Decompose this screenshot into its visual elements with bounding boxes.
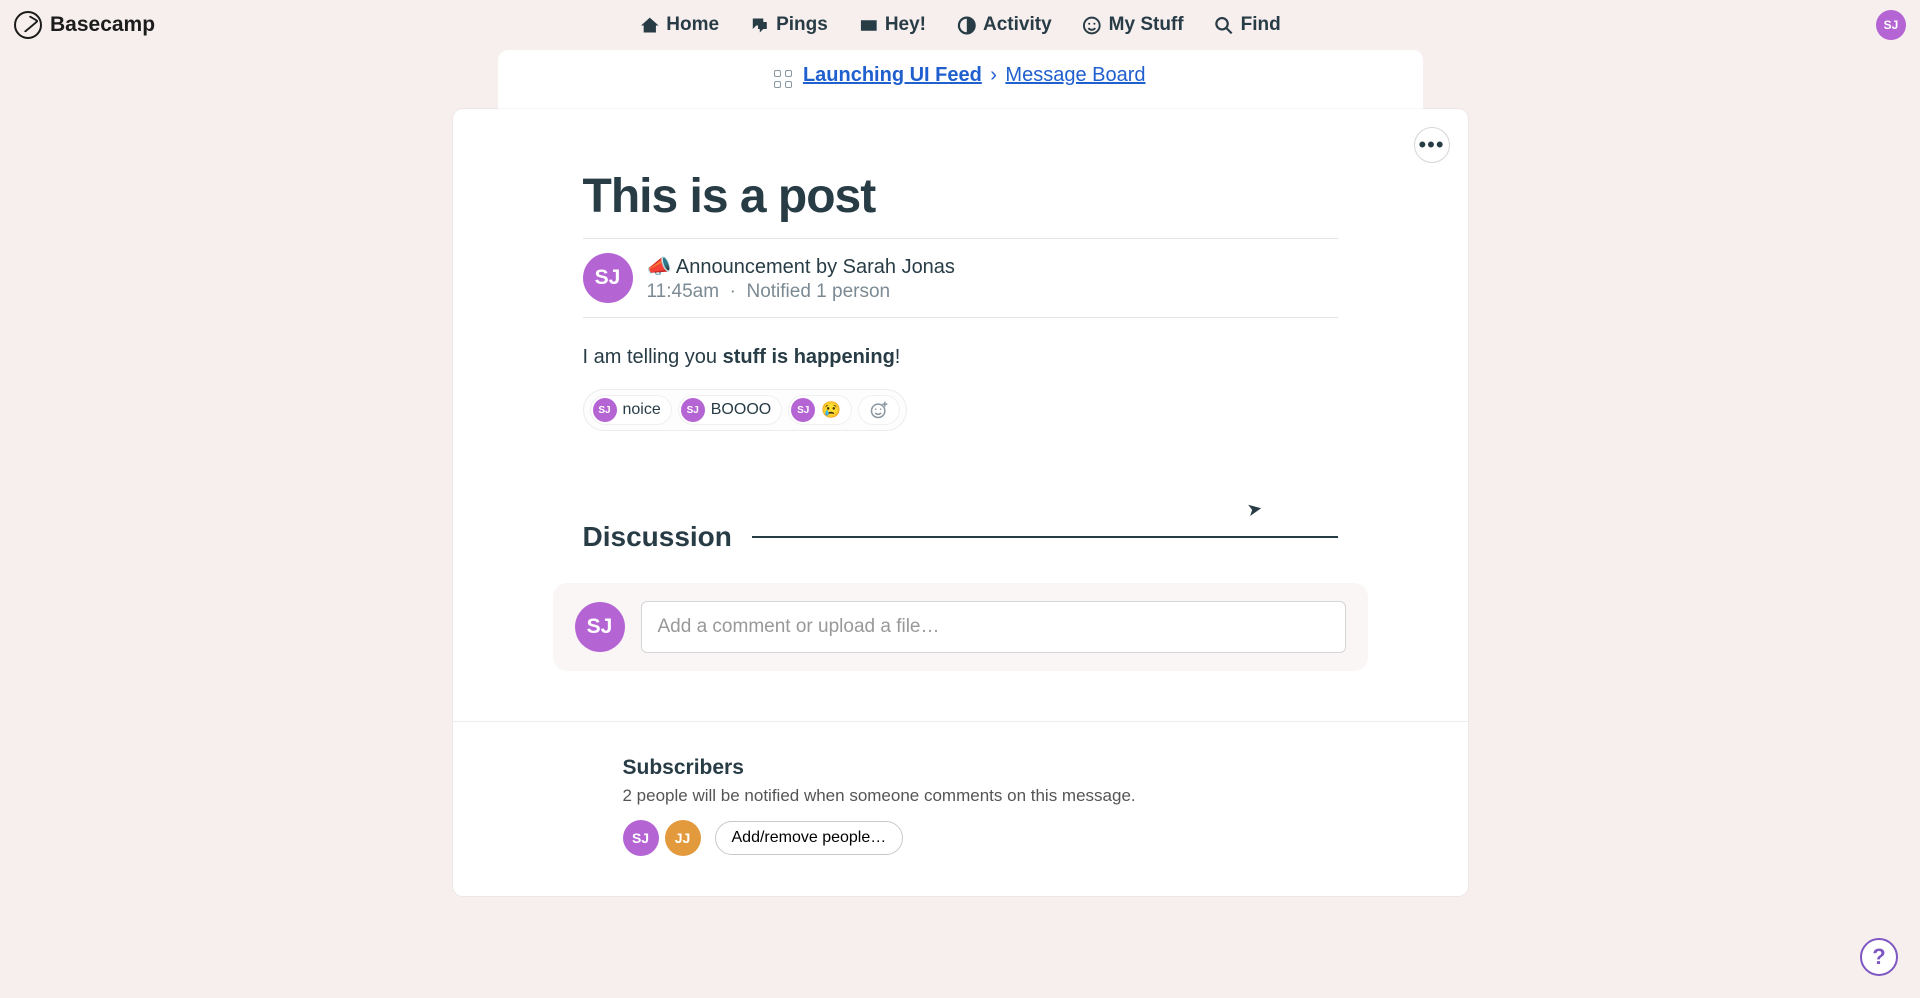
breadcrumb-separator: › <box>986 64 1001 86</box>
search-icon <box>1214 15 1235 36</box>
project-grid-icon[interactable] <box>774 70 792 88</box>
mouse-cursor: ➤ <box>1245 498 1264 521</box>
subscribers-section: Subscribers 2 people will be notified wh… <box>453 722 1468 856</box>
discussion-heading: Discussion <box>583 521 732 553</box>
nav-hey[interactable]: Hey! <box>858 14 926 36</box>
commenter-avatar: SJ <box>575 602 625 652</box>
nav-hey-label: Hey! <box>885 14 926 36</box>
category-icon: 📣 <box>647 256 672 278</box>
comment-area: SJ Add a comment or upload a file… <box>553 583 1368 671</box>
nav-mystuff[interactable]: My Stuff <box>1082 14 1184 36</box>
nav-activity-label: Activity <box>983 14 1052 36</box>
reaction-item[interactable]: SJ 😢 <box>788 395 852 425</box>
post-notified[interactable]: Notified 1 person <box>746 281 890 302</box>
add-reaction-icon <box>869 400 889 420</box>
top-nav: Basecamp Home Pings Hey! Activity My Stu… <box>0 0 1920 50</box>
author-avatar[interactable]: SJ <box>583 253 633 303</box>
subscriber-avatar[interactable]: SJ <box>623 820 659 856</box>
nav-mystuff-label: My Stuff <box>1109 14 1184 36</box>
reaction-avatar: SJ <box>791 398 815 422</box>
meta-dot: · <box>730 281 736 302</box>
reaction-item[interactable]: SJ noice <box>590 395 672 425</box>
reaction-text: 😢 <box>821 400 841 420</box>
post-byline: Announcement by Sarah Jonas <box>676 256 955 278</box>
nav-find[interactable]: Find <box>1214 14 1281 36</box>
brand[interactable]: Basecamp <box>14 11 155 39</box>
divider-rule <box>752 536 1338 538</box>
nav-center: Home Pings Hey! Activity My Stuff Find <box>639 14 1280 36</box>
current-user-avatar[interactable]: SJ <box>1876 10 1906 40</box>
reaction-text: noice <box>623 401 661 419</box>
subscribers-row: SJ JJ Add/remove people… <box>623 820 1298 856</box>
brand-label: Basecamp <box>50 13 155 37</box>
subscribers-heading: Subscribers <box>623 756 1298 780</box>
reaction-avatar: SJ <box>593 398 617 422</box>
nav-home[interactable]: Home <box>639 14 719 36</box>
nav-home-label: Home <box>666 14 719 36</box>
nav-find-label: Find <box>1241 14 1281 36</box>
reaction-text: BOOOO <box>711 401 771 419</box>
breadcrumb-tool[interactable]: Message Board <box>1005 64 1145 86</box>
body-suffix: ! <box>895 346 901 368</box>
post-body: I am telling you stuff is happening! <box>583 318 1338 389</box>
reaction-item[interactable]: SJ BOOOO <box>678 395 782 425</box>
post-title: This is a post <box>583 169 1338 224</box>
home-icon <box>639 15 660 36</box>
post-content: This is a post SJ 📣 Announcement by Sara… <box>453 109 1468 431</box>
nav-pings-label: Pings <box>776 14 828 36</box>
nav-pings[interactable]: Pings <box>749 14 828 36</box>
more-actions-button[interactable]: ••• <box>1414 127 1450 163</box>
pings-icon <box>749 15 770 36</box>
post-card: ••• This is a post SJ 📣 Announcement by … <box>453 109 1468 896</box>
body-prefix: I am telling you <box>583 346 723 368</box>
hey-icon <box>858 15 879 36</box>
nav-right: SJ <box>1876 10 1906 40</box>
add-remove-people-button[interactable]: Add/remove people… <box>715 821 904 855</box>
post-time: 11:45am <box>647 281 720 302</box>
subscribers-desc: 2 people will be notified when someone c… <box>623 786 1298 806</box>
brand-icon <box>14 11 42 39</box>
mystuff-icon <box>1082 15 1103 36</box>
discussion-divider: Discussion <box>583 521 1338 553</box>
reactions-bar: SJ noice SJ BOOOO SJ 😢 <box>583 389 908 431</box>
add-reaction-button[interactable] <box>858 395 900 425</box>
help-button[interactable]: ? <box>1860 938 1898 976</box>
comment-input[interactable]: Add a comment or upload a file… <box>641 601 1346 653</box>
post-meta: SJ 📣 Announcement by Sarah Jonas 11:45am… <box>583 238 1338 318</box>
reaction-avatar: SJ <box>681 398 705 422</box>
body-bold: stuff is happening <box>723 346 895 368</box>
activity-icon <box>956 15 977 36</box>
breadcrumb-project[interactable]: Launching UI Feed <box>803 64 982 86</box>
nav-activity[interactable]: Activity <box>956 14 1052 36</box>
subscriber-avatar[interactable]: JJ <box>665 820 701 856</box>
